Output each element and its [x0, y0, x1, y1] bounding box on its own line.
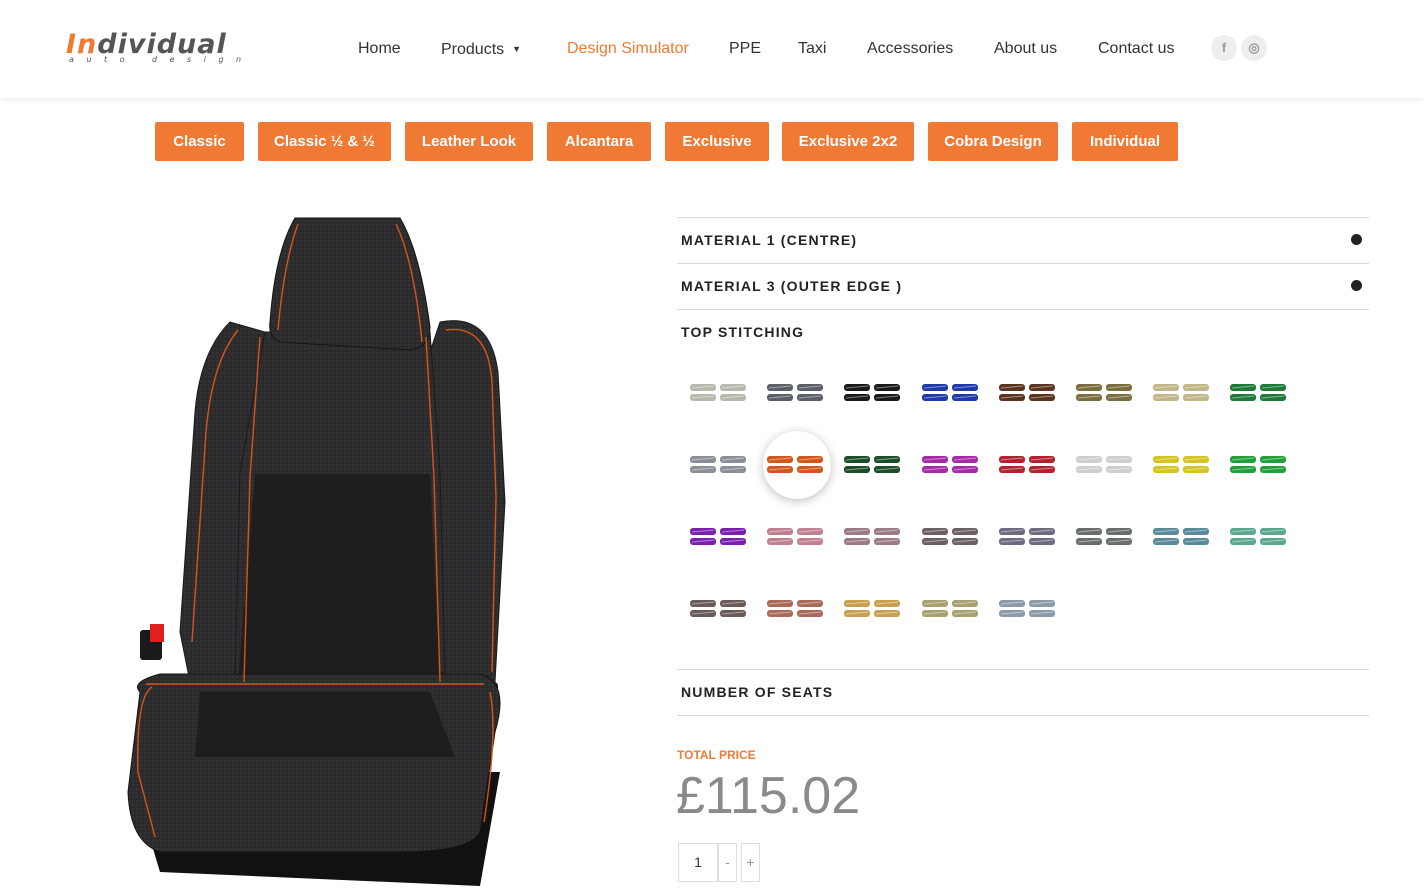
accordion-material-1[interactable]: MATERIAL 1 (CENTRE) [681, 232, 857, 248]
accordion-top-stitching[interactable]: TOP STITCHING [681, 324, 804, 340]
seat-preview [100, 212, 520, 886]
stitch-swatch[interactable] [998, 523, 1058, 549]
category-cobra-design[interactable]: Cobra Design [928, 122, 1058, 161]
stitch-swatch[interactable] [843, 595, 903, 621]
stitch-swatch[interactable] [1229, 523, 1289, 549]
stitch-swatch[interactable] [843, 523, 903, 549]
category-leather-look[interactable]: Leather Look [405, 122, 533, 161]
seat-illustration [127, 217, 506, 886]
quantity-increase-button[interactable]: + [741, 843, 760, 882]
accordion-divider [677, 263, 1369, 264]
nav-about-us[interactable]: About us [994, 38, 1057, 60]
quantity-input[interactable]: 1 [678, 843, 718, 882]
accordion-divider [677, 715, 1369, 716]
facebook-icon[interactable]: f [1211, 35, 1237, 61]
accordion-divider [677, 309, 1369, 310]
stitch-swatch[interactable] [689, 523, 749, 549]
nav-products[interactable]: Products ▼ [441, 38, 521, 61]
nav-products-label: Products [441, 41, 505, 58]
stitch-swatch[interactable] [998, 451, 1058, 477]
stitch-swatch[interactable] [1229, 451, 1289, 477]
material-1-color-dot[interactable] [1351, 234, 1362, 245]
stitch-swatch[interactable] [921, 451, 981, 477]
total-price-label: TOTAL PRICE [677, 748, 756, 762]
accordion-number-of-seats[interactable]: NUMBER OF SEATS [681, 684, 833, 700]
stitch-swatch[interactable] [689, 451, 749, 477]
stitch-swatch[interactable] [1152, 379, 1212, 405]
stitch-swatch[interactable] [1075, 523, 1135, 549]
stitch-swatch[interactable] [1075, 451, 1135, 477]
nav-taxi[interactable]: Taxi [798, 38, 826, 60]
nav-contact-us[interactable]: Contact us [1098, 38, 1174, 60]
nav-home[interactable]: Home [358, 38, 401, 60]
stitch-swatch[interactable] [1152, 451, 1212, 477]
instagram-icon[interactable]: ◎ [1241, 35, 1267, 61]
nav-accessories[interactable]: Accessories [867, 38, 953, 60]
stitch-swatch[interactable] [998, 379, 1058, 405]
stitch-swatch[interactable] [689, 379, 749, 405]
stitch-swatch[interactable] [766, 595, 826, 621]
accordion-divider [677, 217, 1369, 218]
logo[interactable]: Individual auto design [66, 30, 270, 70]
stitch-swatch[interactable] [843, 379, 903, 405]
stitch-swatch[interactable] [1152, 523, 1212, 549]
nav-design-simulator[interactable]: Design Simulator [567, 38, 689, 60]
category-individual[interactable]: Individual [1072, 122, 1178, 161]
stitch-swatch[interactable] [689, 595, 749, 621]
stitch-swatch[interactable] [766, 451, 826, 477]
total-price-value: £115.02 [676, 767, 861, 825]
quantity-decrease-button[interactable]: - [718, 843, 737, 882]
stitch-swatch[interactable] [843, 451, 903, 477]
nav-ppe[interactable]: PPE [729, 38, 761, 60]
accordion-material-3[interactable]: MATERIAL 3 (OUTER EDGE ) [681, 278, 902, 294]
stitch-swatch[interactable] [998, 595, 1058, 621]
category-alcantara[interactable]: Alcantara [547, 122, 651, 161]
logo-tagline: auto design [69, 55, 254, 64]
stitch-swatch[interactable] [921, 379, 981, 405]
site-header: Individual auto design Home Products ▼ De… [0, 0, 1424, 98]
stitch-swatch[interactable] [766, 379, 826, 405]
stitch-swatch[interactable] [1229, 379, 1289, 405]
category-exclusive-2x2[interactable]: Exclusive 2x2 [782, 122, 914, 161]
accordion-divider [677, 669, 1369, 670]
stitch-swatch[interactable] [1075, 379, 1135, 405]
material-3-color-dot[interactable] [1351, 280, 1362, 291]
category-exclusive[interactable]: Exclusive [665, 122, 769, 161]
caret-down-icon: ▼ [512, 44, 522, 54]
category-classic[interactable]: Classic [155, 122, 244, 161]
stitch-swatch[interactable] [766, 523, 826, 549]
category-classic-half[interactable]: Classic ½ & ½ [258, 122, 391, 161]
stitch-swatch[interactable] [921, 595, 981, 621]
stitch-swatch[interactable] [921, 523, 981, 549]
